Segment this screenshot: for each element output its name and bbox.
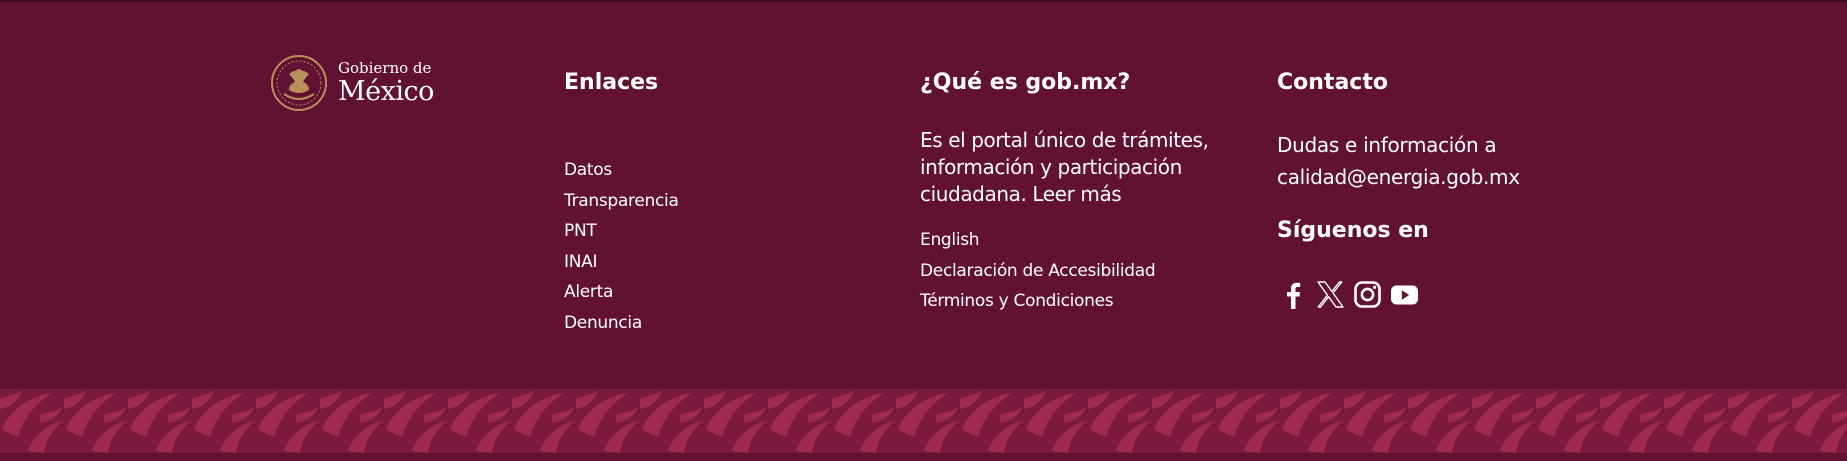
- link-denuncia[interactable]: Denuncia: [564, 313, 642, 333]
- contact-text: Dudas e información a calidad@energia.go…: [1277, 129, 1597, 193]
- facebook-icon[interactable]: [1279, 280, 1308, 309]
- national-seal-icon: [271, 55, 327, 111]
- site-footer: Gobierno de México Enlaces Datos Transpa…: [0, 0, 1847, 461]
- links-column: Enlaces Datos Transparencia PNT INAI Ale…: [564, 68, 679, 339]
- que-es-links-list: English Declaración de Accesibilidad Tér…: [920, 225, 1220, 317]
- logo-line-2: México: [338, 76, 434, 107]
- logo-line-1: Gobierno de: [338, 59, 432, 77]
- que-es-title: ¿Qué es gob.mx?: [920, 70, 1131, 95]
- decorative-pattern-band: [0, 389, 1847, 461]
- follow-title: Síguenos en: [1277, 218, 1429, 243]
- x-icon[interactable]: [1316, 280, 1345, 309]
- contact-column: Contacto Dudas e información a calidad@e…: [1277, 68, 1520, 309]
- link-alerta[interactable]: Alerta: [564, 282, 613, 302]
- links-list: Datos Transparencia PNT INAI Alerta Denu…: [564, 155, 679, 339]
- youtube-icon[interactable]: [1390, 280, 1419, 309]
- link-transparencia[interactable]: Transparencia: [564, 191, 679, 211]
- link-inai[interactable]: INAI: [564, 252, 597, 272]
- link-datos[interactable]: Datos: [564, 160, 612, 180]
- social-links: [1279, 280, 1419, 309]
- leer-mas-link[interactable]: Leer más: [1032, 182, 1121, 206]
- contact-line: Dudas e información a: [1277, 133, 1497, 157]
- que-es-column: ¿Qué es gob.mx? Es el portal único de tr…: [920, 68, 1209, 311]
- link-terminos[interactable]: Términos y Condiciones: [920, 291, 1114, 311]
- link-english[interactable]: English: [920, 230, 980, 250]
- link-accesibilidad[interactable]: Declaración de Accesibilidad: [920, 261, 1156, 281]
- contact-title: Contacto: [1277, 70, 1388, 95]
- instagram-icon[interactable]: [1353, 280, 1382, 309]
- contact-email[interactable]: calidad@energia.gob.mx: [1277, 161, 1597, 193]
- link-pnt[interactable]: PNT: [564, 221, 597, 241]
- links-title: Enlaces: [564, 70, 659, 95]
- que-es-description: Es el portal único de trámites, informac…: [920, 127, 1220, 208]
- gobierno-de-mexico-logo[interactable]: Gobierno de México: [270, 52, 434, 114]
